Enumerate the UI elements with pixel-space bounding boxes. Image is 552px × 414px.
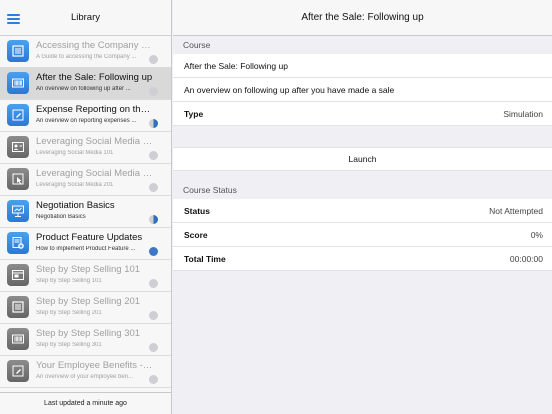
status-value: Not Attempted	[489, 205, 543, 216]
page-title: After the Sale: Following up	[173, 0, 552, 36]
status-indicator-icon	[149, 215, 158, 224]
score-value: 0%	[530, 229, 543, 240]
course-item-subtitle: Step by Step Selling 201	[36, 310, 102, 316]
course-item-subtitle: Leveraging Social Media 101	[36, 150, 114, 156]
sidebar-header: Library	[0, 0, 171, 36]
course-name: After the Sale: Following up	[184, 60, 288, 71]
course-item-subtitle: Step by Step Selling 101	[36, 278, 102, 284]
status-indicator-icon	[149, 183, 158, 192]
status-label: Status	[184, 205, 210, 216]
type-row: Type Simulation	[173, 102, 552, 126]
score-label: Score	[184, 229, 208, 240]
course-item-subtitle: Leveraging Social Media 201	[36, 182, 114, 188]
course-item-subtitle: How to implement Product Feature ...	[36, 246, 136, 252]
status-indicator-icon	[149, 151, 158, 160]
course-item-title: Step by Step Selling 301	[36, 328, 141, 339]
course-item-subtitle: An overview on following up after ...	[36, 86, 131, 92]
course-name-row: After the Sale: Following up	[173, 54, 552, 78]
course-list-item[interactable]: Negotiation Basics Negotiation Basics	[0, 196, 171, 228]
list-icon	[7, 296, 29, 318]
course-list-item[interactable]: Leveraging Social Media fo... Leveraging …	[0, 132, 171, 164]
presentation-icon	[7, 200, 29, 222]
status-indicator-icon	[149, 375, 158, 384]
window-icon	[7, 264, 29, 286]
course-item-title: Step by Step Selling 101	[36, 264, 141, 275]
total-time-label: Total Time	[184, 253, 226, 264]
hamburger-menu-icon[interactable]	[7, 14, 20, 24]
course-item-title: Negotiation Basics	[36, 200, 115, 211]
course-list: Accessing the Company Be... A Guide to ac…	[0, 36, 171, 388]
course-item-title: Leveraging Social Media fo...	[36, 168, 153, 179]
status-indicator-icon	[149, 55, 158, 64]
course-description-row: An overview on following up after you ha…	[173, 78, 552, 102]
user-card-icon	[7, 136, 29, 158]
status-row: Status Not Attempted	[173, 199, 552, 223]
score-row: Score 0%	[173, 223, 552, 247]
course-section-label: Course	[183, 40, 211, 50]
course-item-title: Expense Reporting on the ...	[36, 104, 153, 115]
course-list-item[interactable]: Step by Step Selling 101 Step by Step Sel…	[0, 260, 171, 292]
status-indicator-icon	[149, 87, 158, 96]
launch-button[interactable]: Launch	[173, 147, 552, 171]
course-item-title: Accessing the Company Be...	[36, 40, 153, 51]
status-indicator-icon	[149, 343, 158, 352]
status-indicator-icon	[149, 279, 158, 288]
course-item-subtitle: Negotiation Basics	[36, 214, 86, 220]
pencil-icon	[7, 104, 29, 126]
course-item-title: After the Sale: Following up	[36, 72, 153, 83]
total-time-row: Total Time 00:00:00	[173, 247, 552, 271]
type-value: Simulation	[503, 108, 543, 119]
course-list-item[interactable]: After the Sale: Following up An overview …	[0, 68, 171, 100]
type-label: Type	[184, 108, 204, 119]
course-description: An overview on following up after you ha…	[184, 84, 395, 95]
course-item-subtitle: An overview of your employee ben...	[36, 374, 134, 380]
course-list-item[interactable]: Leveraging Social Media fo... Leveraging …	[0, 164, 171, 196]
status-indicator-icon	[149, 119, 158, 128]
total-time-value: 00:00:00	[509, 253, 543, 264]
last-updated-text: Last updated a minute ago	[0, 392, 171, 414]
course-item-title: Your Employee Benefits - ...	[36, 360, 153, 371]
document-plus-icon	[7, 232, 29, 254]
status-indicator-icon	[149, 311, 158, 320]
course-item-title: Product Feature Updates	[36, 232, 143, 243]
barcode-icon	[7, 72, 29, 94]
pencil-icon	[7, 360, 29, 382]
library-sidebar: Library Accessing the Company Be... A Gui…	[0, 0, 172, 414]
course-list-item[interactable]: Step by Step Selling 201 Step by Step Sel…	[0, 292, 171, 324]
sidebar-title: Library	[70, 12, 101, 23]
course-item-title: Step by Step Selling 201	[36, 296, 141, 307]
course-list-item[interactable]: Expense Reporting on the ... An overview …	[0, 100, 171, 132]
course-item-subtitle: Step by Step Selling 301	[36, 342, 102, 348]
cursor-icon	[7, 168, 29, 190]
list-icon	[7, 40, 29, 62]
course-item-subtitle: An overview on reporting expenses ...	[36, 118, 137, 124]
course-list-item[interactable]: Your Employee Benefits - ... An overview …	[0, 356, 171, 388]
course-status-section-label: Course Status	[183, 185, 237, 195]
course-list-item[interactable]: Accessing the Company Be... A Guide to ac…	[0, 36, 171, 68]
course-item-subtitle: A Guide to accessing the Company ...	[36, 54, 137, 60]
status-indicator-icon	[149, 247, 158, 256]
course-list-item[interactable]: Product Feature Updates How to implement …	[0, 228, 171, 260]
course-item-title: Leveraging Social Media fo...	[36, 136, 153, 147]
course-list-item[interactable]: Step by Step Selling 301 Step by Step Sel…	[0, 324, 171, 356]
course-detail-pane: After the Sale: Following up Course Afte…	[173, 0, 552, 414]
barcode-icon	[7, 328, 29, 350]
